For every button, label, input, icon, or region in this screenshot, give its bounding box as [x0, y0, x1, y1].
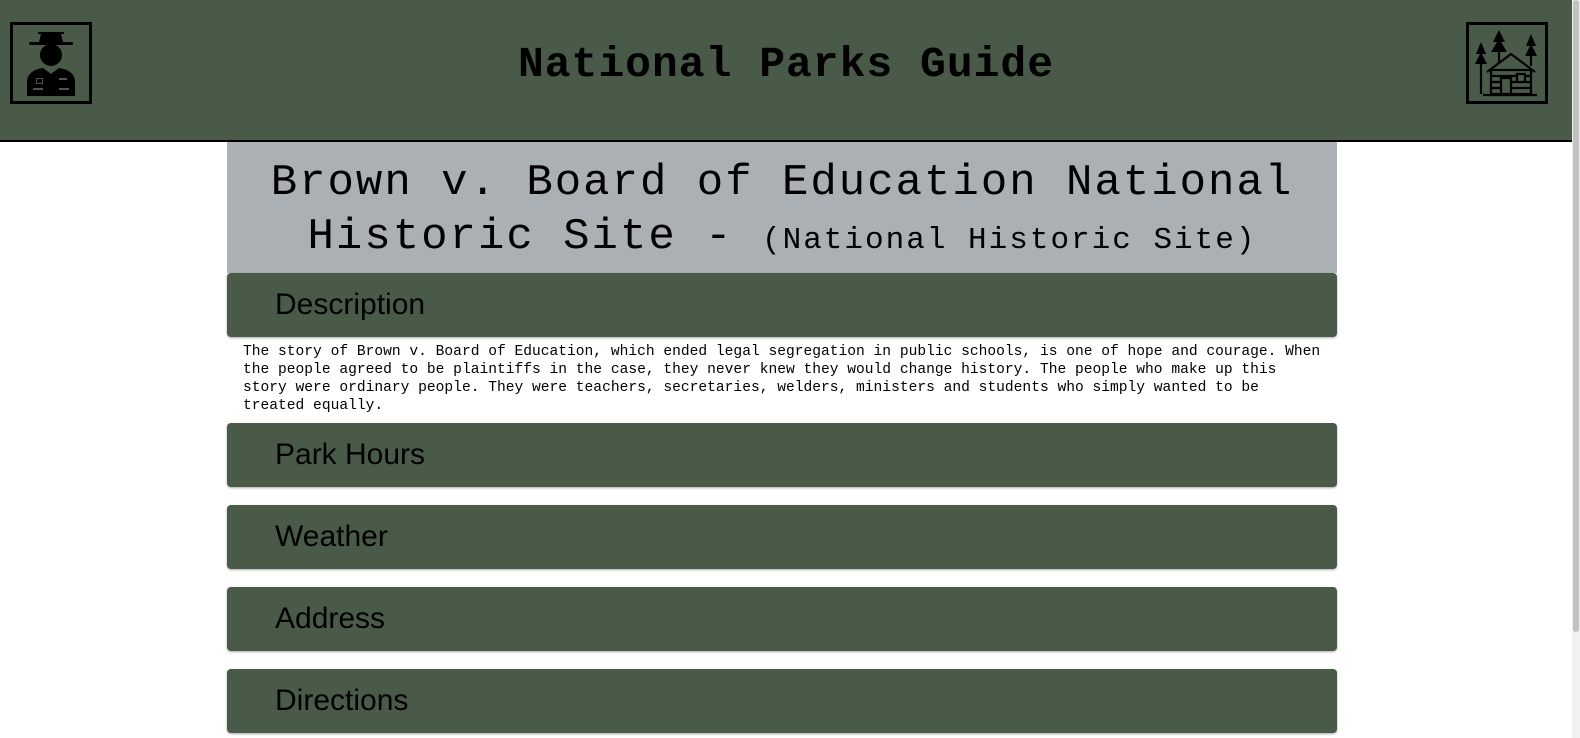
park-designation: (National Historic Site)	[762, 223, 1257, 258]
section-park-hours-label: Park Hours	[275, 438, 426, 471]
section-description-label: Description	[275, 288, 426, 321]
vertical-scrollbar[interactable]	[1572, 0, 1580, 738]
site-title: National Parks Guide	[517, 40, 1055, 89]
section-address-header[interactable]: Address	[227, 587, 1337, 651]
section-directions-label: Directions	[275, 684, 409, 717]
cabin-in-forest-icon[interactable]	[1466, 22, 1548, 104]
section-description-body: The story of Brown v. Board of Education…	[243, 344, 1321, 414]
scrollbar-thumb[interactable]	[1573, 0, 1579, 632]
park-title-banner: Brown v. Board of Education National His…	[227, 142, 1337, 273]
section-weather-header[interactable]: Weather	[227, 505, 1337, 569]
section-description-header[interactable]: Description	[227, 273, 1337, 337]
section-directions-header[interactable]: Directions	[227, 669, 1337, 733]
section-address-label: Address	[275, 602, 386, 635]
section-park-hours-header[interactable]: Park Hours	[227, 423, 1337, 487]
section-weather-label: Weather	[275, 520, 388, 553]
site-header: National Parks Guide	[0, 0, 1572, 142]
park-content: Brown v. Board of Education National His…	[227, 142, 1337, 733]
